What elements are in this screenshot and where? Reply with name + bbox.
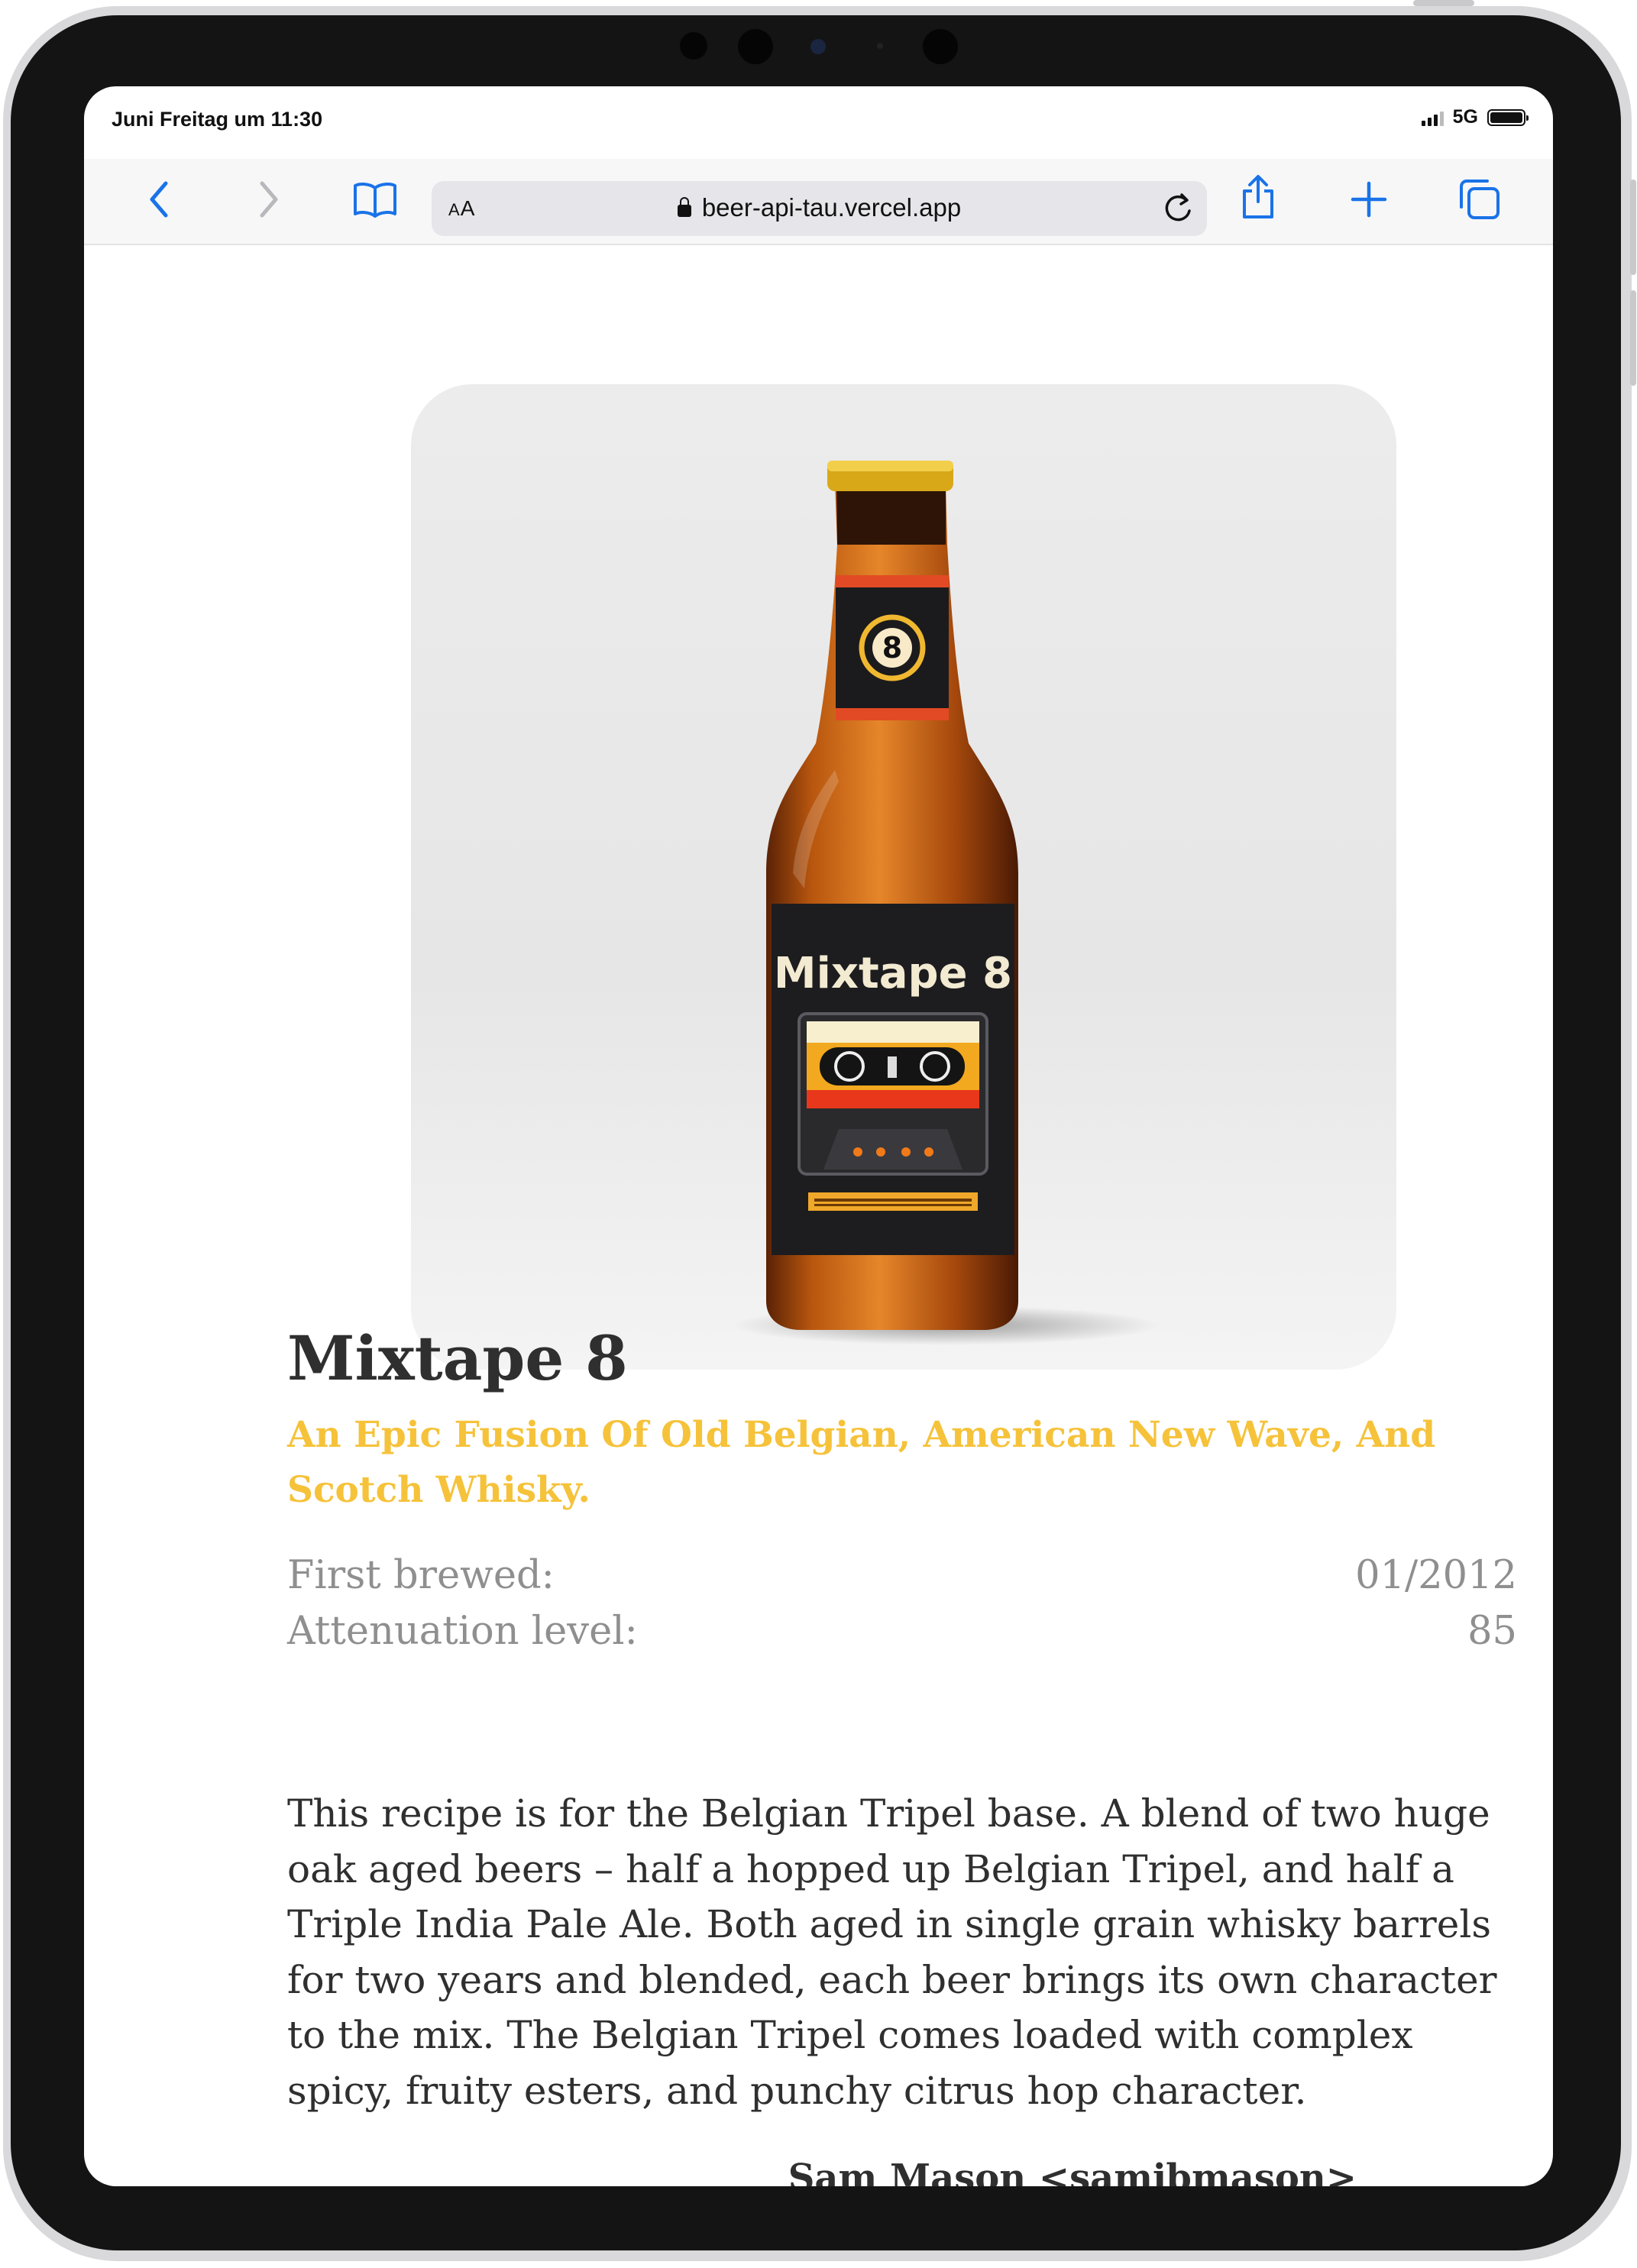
status-time: Juni Freitag um 11:30 xyxy=(112,108,323,131)
back-button[interactable] xyxy=(132,173,186,226)
bookmarks-icon xyxy=(354,183,396,218)
camera-icon xyxy=(810,39,826,54)
bottle-badge-number: 8 xyxy=(882,631,902,665)
forward-icon xyxy=(260,181,278,218)
sensor-icon xyxy=(738,29,773,64)
first-brewed-row: First brewed: 01/2012 xyxy=(287,1553,1517,1598)
screen: Juni Freitag um 11:30 5G AA beer-api-tau… xyxy=(84,86,1553,2186)
new-tab-icon xyxy=(1351,181,1387,218)
address-bar[interactable]: AA beer-api-tau.vercel.app xyxy=(432,181,1207,236)
bookmarks-button[interactable] xyxy=(348,173,402,226)
network-label: 5G xyxy=(1452,106,1478,128)
contributor: Sam Mason <samjbmason> xyxy=(788,2156,1357,2186)
reload-button[interactable] xyxy=(1160,190,1196,227)
attenuation-value: 85 xyxy=(1467,1609,1517,1654)
tabs-button[interactable] xyxy=(1453,173,1506,226)
url-text: beer-api-tau.vercel.app xyxy=(701,193,962,222)
battery-icon xyxy=(1487,108,1529,126)
side-button xyxy=(1630,290,1636,386)
lock-icon xyxy=(677,197,691,217)
side-button xyxy=(1630,180,1636,275)
reload-icon xyxy=(1165,193,1191,222)
beer-bottle-illustration: 8 Mixtape 8 xyxy=(732,461,1160,1345)
share-icon xyxy=(1243,175,1273,218)
back-icon xyxy=(150,181,168,218)
attenuation-label: Attenuation level: xyxy=(287,1609,638,1654)
first-brewed-label: First brewed: xyxy=(287,1553,555,1598)
share-button[interactable] xyxy=(1231,170,1285,224)
sensor-icon xyxy=(923,29,958,64)
sensor-icon xyxy=(680,32,707,60)
tabs-icon xyxy=(1460,180,1500,219)
new-tab-button[interactable] xyxy=(1342,173,1396,226)
sensor-icon xyxy=(877,43,883,49)
bottle-label-text: Mixtape 8 xyxy=(774,949,1012,998)
forward-button[interactable] xyxy=(242,173,296,226)
beer-name: Mixtape 8 xyxy=(287,1322,628,1394)
attenuation-row: Attenuation level: 85 xyxy=(287,1609,1517,1654)
beer-description: This recipe is for the Belgian Tripel ba… xyxy=(287,1791,1497,2113)
beer-tagline: An Epic Fusion Of Old Belgian, American … xyxy=(287,1414,1436,1511)
volume-button xyxy=(1413,0,1474,6)
status-indicators: 5G xyxy=(1421,106,1529,128)
first-brewed-value: 01/2012 xyxy=(1355,1553,1517,1598)
signal-icon xyxy=(1421,109,1444,126)
beer-image: 8 Mixtape 8 xyxy=(411,384,1396,1370)
